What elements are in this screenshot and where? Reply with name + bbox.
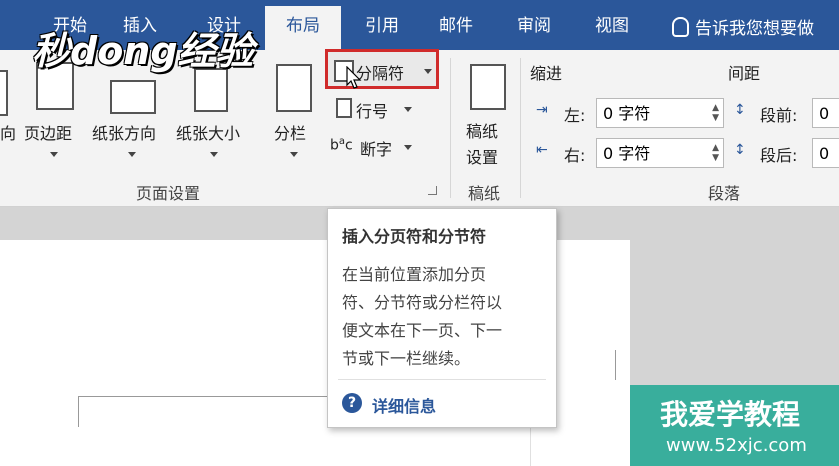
orientation-icon: [110, 80, 156, 114]
mouse-cursor-icon: [346, 66, 362, 89]
tab-references[interactable]: 引用: [352, 0, 412, 50]
tab-mailings[interactable]: 邮件: [426, 0, 486, 50]
columns-icon: [276, 64, 312, 112]
tab-review[interactable]: 审阅: [504, 0, 564, 50]
tooltip-description-line: 符、分节符或分栏符以: [342, 293, 503, 312]
tooltip-help-link[interactable]: 详细信息: [372, 393, 436, 417]
tell-me-search[interactable]: 告诉我您想要做: [672, 14, 814, 39]
tooltip-description-line: 便文本在下一页、下一: [342, 321, 503, 340]
tab-layout[interactable]: 布局: [265, 6, 341, 50]
hyphenation-button[interactable]: 断字: [360, 136, 392, 160]
paragraph-group-label: 段落: [708, 184, 741, 203]
manuscript-icon: [470, 64, 506, 110]
tooltip-title: 插入分页符和分节符: [342, 227, 487, 246]
tooltip-description-line: 在当前位置添加分页: [342, 265, 487, 284]
margins-dropdown-icon[interactable]: [50, 152, 58, 157]
manuscript-group-label: 稿纸: [468, 184, 501, 203]
manuscript-settings-line1[interactable]: 稿纸: [466, 118, 498, 142]
group-separator: [520, 58, 521, 198]
spacing-before-input[interactable]: 0: [812, 98, 839, 128]
line-numbers-icon: [336, 98, 352, 118]
help-icon[interactable]: ?: [342, 393, 362, 413]
indent-left-input[interactable]: 0 字符 ▲ ▼: [596, 98, 724, 128]
spacing-before-icon: ↕: [734, 102, 746, 118]
watermark-title: 我爱学教程: [660, 398, 801, 431]
text-direction-button[interactable]: 向: [0, 120, 16, 144]
tell-me-text: 告诉我您想要做: [695, 19, 814, 39]
dialog-launcher-icon[interactable]: [428, 186, 437, 195]
spacing-before-label: 段前:: [760, 106, 798, 125]
line-numbers-button[interactable]: 行号: [356, 98, 388, 122]
paper-size-dropdown-icon[interactable]: [210, 152, 218, 157]
indent-left-icon: ⇥: [536, 102, 548, 118]
orientation-button[interactable]: 纸张方向: [92, 120, 156, 144]
tooltip-divider: [338, 379, 546, 380]
indent-right-label: 右:: [564, 146, 586, 165]
spinner-icon[interactable]: ▲ ▼: [712, 143, 719, 163]
columns-button[interactable]: 分栏: [274, 120, 306, 144]
text-direction-icon: [0, 70, 8, 116]
indent-left-value: 0 字符: [603, 104, 651, 123]
indent-right-icon: ⇤: [536, 142, 548, 158]
margin-corner-mark: [615, 350, 616, 380]
orientation-dropdown-icon[interactable]: [128, 152, 136, 157]
line-numbers-dropdown-icon[interactable]: [404, 107, 412, 112]
watermark-url: www.52xjc.com: [666, 435, 807, 456]
spacing-label: 间距: [728, 64, 761, 83]
group-separator: [450, 58, 451, 198]
breaks-tooltip: 插入分页符和分节符 在当前位置添加分页 符、分节符或分栏符以 便文本在下一页、下…: [327, 208, 557, 428]
spacing-before-value: 0: [819, 104, 830, 123]
site-watermark: 我爱学教程 www.52xjc.com: [630, 385, 839, 466]
paper-size-button[interactable]: 纸张大小: [176, 120, 240, 144]
spacing-after-value: 0: [819, 144, 830, 163]
margin-corner-mark: [78, 396, 87, 427]
margin-guide-line: [78, 396, 328, 397]
spinner-icon[interactable]: ▲ ▼: [712, 103, 719, 123]
hyphenation-dropdown-icon[interactable]: [404, 145, 412, 150]
tab-view[interactable]: 视图: [582, 0, 642, 50]
indent-left-label: 左:: [564, 106, 586, 125]
breaks-button[interactable]: 分隔符: [356, 60, 404, 84]
spacing-after-label: 段后:: [760, 146, 798, 165]
indent-right-input[interactable]: 0 字符 ▲ ▼: [596, 138, 724, 168]
hyphenation-icon: bac: [330, 136, 353, 154]
indent-label: 缩进: [530, 64, 563, 83]
page-setup-group-label: 页面设置: [136, 184, 201, 203]
spacing-after-icon: ↕: [734, 142, 746, 158]
margins-button[interactable]: 页边距: [24, 120, 72, 144]
manuscript-settings-line2[interactable]: 设置: [466, 144, 498, 168]
breaks-dropdown-icon[interactable]: [424, 69, 432, 74]
indent-right-value: 0 字符: [603, 144, 651, 163]
lightbulb-icon: [672, 17, 689, 37]
spacing-after-input[interactable]: 0: [812, 138, 839, 168]
columns-dropdown-icon[interactable]: [290, 152, 298, 157]
tooltip-description-line: 节或下一栏继续。: [342, 349, 471, 368]
brand-logo: 秒dong经验: [32, 29, 254, 73]
